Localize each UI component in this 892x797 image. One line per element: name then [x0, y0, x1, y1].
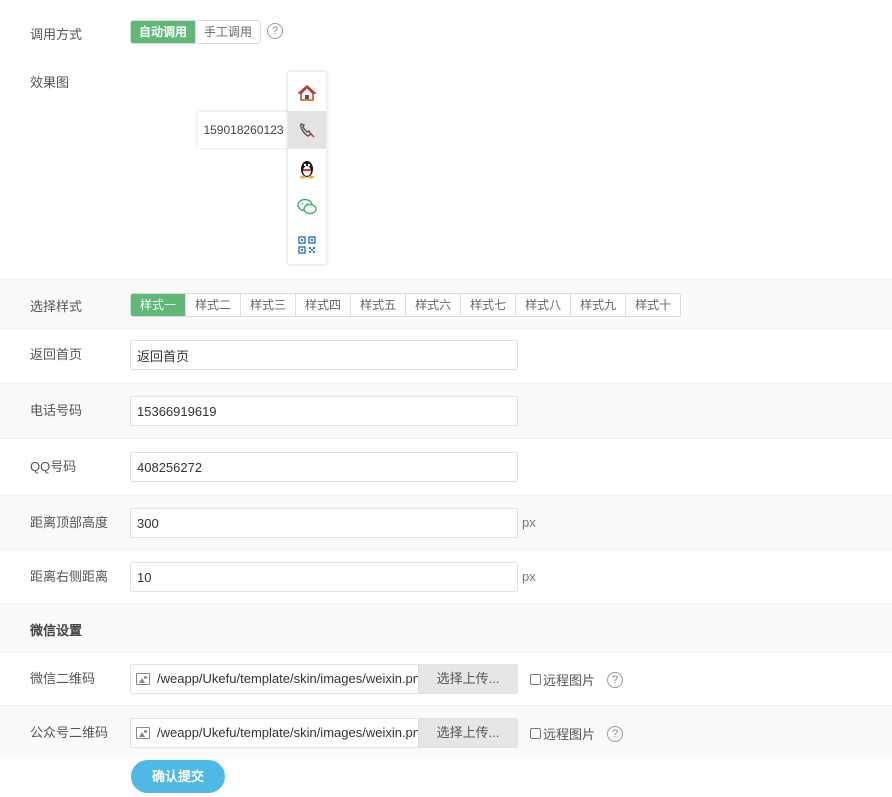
phone-field-label: 电话号码 — [30, 403, 83, 418]
invoke-option-manual[interactable]: 手工调用 — [196, 21, 261, 43]
right-offset-input[interactable] — [130, 562, 518, 592]
image-icon — [136, 673, 150, 685]
home-icon — [288, 74, 326, 112]
top-offset-unit: px — [522, 515, 536, 530]
style-option-8[interactable]: 样式八 — [516, 294, 572, 316]
right-offset-label: 距离右侧距离 — [30, 569, 109, 584]
style-option-3[interactable]: 样式三 — [241, 294, 297, 316]
preview-label: 效果图 — [30, 75, 70, 90]
style-selector[interactable]: 样式一 样式二 样式三 样式四 样式五 样式六 样式七 样式八 样式九 样式十 — [130, 293, 682, 317]
wechat-qr-upload-field: /weapp/Ukefu/template/skin/images/weixin… — [130, 664, 518, 694]
style-option-9[interactable]: 样式九 — [571, 294, 627, 316]
wechat-section-title: 微信设置 — [30, 623, 83, 638]
wechat-qr-remote-checkbox[interactable]: 远程图片 — [530, 670, 595, 689]
phone-icon — [288, 111, 326, 149]
mp-qr-upload-field: /weapp/Ukefu/template/skin/images/weixin… — [130, 718, 518, 748]
top-offset-label: 距离顶部高度 — [30, 515, 109, 530]
mp-qr-label: 公众号二维码 — [30, 725, 109, 740]
invoke-mode-toggle[interactable]: 自动调用 手工调用 — [130, 20, 262, 44]
image-icon — [136, 727, 150, 739]
style-option-1[interactable]: 样式一 — [131, 294, 187, 316]
help-icon[interactable]: ? — [607, 672, 623, 688]
wechat-qr-path[interactable]: /weapp/Ukefu/template/skin/images/weixin… — [157, 665, 419, 693]
mp-qr-remote-checkbox[interactable]: 远程图片 — [530, 724, 595, 743]
qq-field-input[interactable] — [130, 452, 518, 482]
qrcode-icon — [288, 226, 326, 264]
home-field-input[interactable] — [130, 340, 518, 370]
wechat-qr-remote-label: 远程图片 — [543, 673, 596, 688]
checkbox-box[interactable] — [530, 728, 541, 739]
invoke-label: 调用方式 — [30, 27, 83, 42]
style-option-7[interactable]: 样式七 — [461, 294, 517, 316]
float-widget-preview — [288, 72, 326, 264]
wechat-qr-label: 微信二维码 — [30, 671, 96, 686]
checkbox-box[interactable] — [530, 674, 541, 685]
phone-tooltip: 159018260123 — [198, 112, 289, 148]
qq-field-label: QQ号码 — [30, 459, 77, 474]
wechat-qr-upload-button[interactable]: 选择上传... — [418, 665, 517, 693]
style-option-10[interactable]: 样式十 — [626, 294, 681, 316]
style-label: 选择样式 — [30, 299, 83, 314]
mp-qr-path[interactable]: /weapp/Ukefu/template/skin/images/weixin… — [157, 719, 419, 747]
style-option-2[interactable]: 样式二 — [186, 294, 242, 316]
mp-qr-remote-label: 远程图片 — [543, 727, 596, 742]
help-icon[interactable]: ? — [267, 23, 283, 39]
mp-qr-upload-button[interactable]: 选择上传... — [418, 719, 517, 747]
phone-field-input[interactable] — [130, 396, 518, 426]
invoke-option-auto[interactable]: 自动调用 — [131, 21, 197, 43]
style-option-4[interactable]: 样式四 — [296, 294, 352, 316]
right-offset-unit: px — [522, 569, 536, 584]
home-field-label: 返回首页 — [30, 347, 83, 362]
top-offset-input[interactable] — [130, 508, 518, 538]
help-icon[interactable]: ? — [607, 726, 623, 742]
style-option-6[interactable]: 样式六 — [406, 294, 462, 316]
wechat-section-row — [0, 603, 892, 653]
qq-icon — [288, 150, 326, 188]
submit-button[interactable]: 确认提交 — [131, 760, 225, 793]
style-option-5[interactable]: 样式五 — [351, 294, 407, 316]
wechat-icon — [288, 188, 326, 226]
